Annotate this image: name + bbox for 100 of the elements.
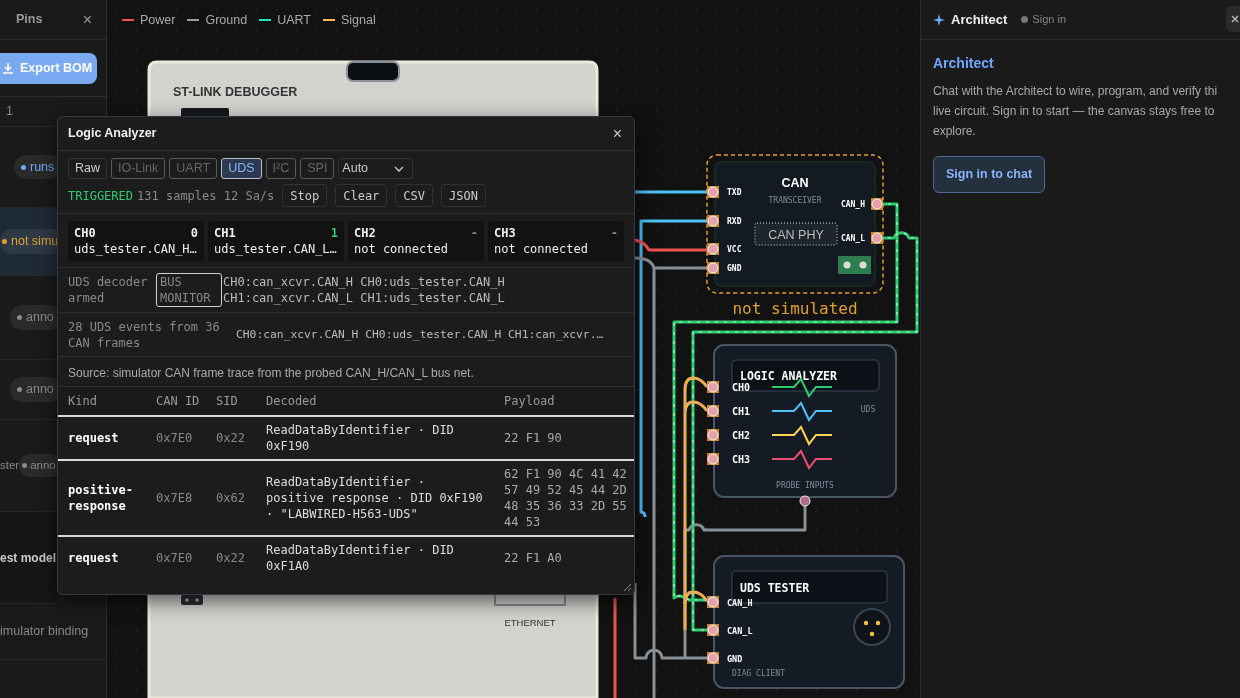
- probe-nets: CH0:can_xcvr.CAN_H CH0:uds_tester.CAN_H CH1:can_xcvr.CAN_L CH1:uds_tester.CAN_L: [223, 274, 505, 306]
- pin-pad: [707, 215, 719, 227]
- pin-pad: [707, 405, 719, 417]
- legend-label: UART: [277, 12, 311, 29]
- trigger-status: TRIGGERED: [68, 187, 134, 205]
- wire: [635, 190, 707, 194]
- legend-label: Ground: [205, 12, 248, 29]
- sparkle-icon: [933, 13, 945, 26]
- channel-net: not connected: [354, 241, 449, 257]
- status-label: Sign in: [1032, 12, 1066, 28]
- probe-ground-pin: [799, 495, 811, 507]
- event-summary: 28 UDS events from 36 CAN frames: [68, 318, 221, 351]
- component-title: UDS TESTER: [740, 581, 810, 595]
- legend-label: Power: [140, 12, 176, 29]
- channel-net: uds_tester.CAN_L…: [214, 241, 338, 257]
- action-button[interactable]: JSON: [441, 184, 486, 207]
- pin-label: GND: [727, 654, 743, 664]
- channel-net: uds_tester.CAN_H…: [74, 241, 198, 257]
- mode-tab[interactable]: Raw: [68, 158, 107, 179]
- table-cell: 62 F1 90 4C 41 42 57 49 52 45 44 2D 48 35 36 33 2D 55 44 53: [494, 460, 634, 536]
- table-cell: 0x7E0: [146, 416, 206, 460]
- row-label: 1: [6, 103, 13, 121]
- pin-label: CH1: [732, 406, 751, 417]
- window-title: Logic Analyzer: [68, 125, 157, 143]
- action-button[interactable]: Stop: [282, 184, 328, 207]
- channel-name: CH0: [74, 225, 96, 241]
- close-button[interactable]: ×: [82, 11, 92, 28]
- table-cell: 22 F1 90: [494, 416, 634, 460]
- pin-pad: [707, 381, 719, 393]
- pin-pad: [707, 624, 719, 636]
- channel-name: CH1: [214, 225, 236, 241]
- channel-value: 0: [190, 225, 198, 241]
- table-cell: 0x62: [206, 460, 256, 536]
- diag-connector-icon: [853, 608, 891, 646]
- pin-pad: [707, 429, 719, 441]
- close-icon: [1231, 15, 1239, 23]
- component-tag: UDS: [860, 405, 876, 414]
- pin-label: CH2: [732, 430, 751, 441]
- action-button[interactable]: Clear: [335, 184, 388, 207]
- table-cell: ReadDataByIdentifier · DID 0xF1A0: [256, 536, 494, 579]
- pin-label: CAN_H: [840, 200, 865, 209]
- pin-label: GND: [727, 264, 742, 273]
- component-subtitle: TRANSCEIVER: [768, 196, 822, 205]
- pin-label: TXD: [727, 188, 742, 197]
- row-label: est model: [0, 549, 56, 567]
- ethernet-port: [494, 594, 566, 606]
- mode-tab[interactable]: UDS: [221, 158, 262, 179]
- pin-pad: [871, 198, 883, 210]
- table-cell: request: [58, 536, 146, 579]
- header-connector: [181, 595, 203, 605]
- component-subtitle: PROBE INPUTS: [776, 481, 834, 490]
- sidebar-row[interactable]: imulator binding: [0, 604, 106, 660]
- component-title: CAN: [781, 176, 809, 190]
- table-cell: 0x22: [206, 536, 256, 579]
- port-label: ETHERNET: [504, 617, 556, 628]
- panel-title: Architect: [951, 10, 1008, 29]
- status-label: not simulated: [732, 299, 858, 318]
- pin-pad: [707, 243, 719, 255]
- table-cell: positive-response: [58, 460, 146, 536]
- panel-title: Pins: [16, 11, 43, 29]
- chip-label: CAN PHY: [768, 228, 824, 242]
- close-button[interactable]: [1226, 6, 1240, 32]
- table-cell: request: [58, 416, 146, 460]
- pin-label: CAN_L: [727, 626, 753, 636]
- pin-label: RXD: [727, 217, 742, 226]
- pin-label: CH0: [732, 382, 751, 393]
- column-header: Kind: [58, 387, 146, 416]
- table-cell: 0x22: [206, 416, 256, 460]
- probe-nets: CH0:can_xcvr.CAN_H CH0:uds_tester.CAN_H CH1:can_xcvr.…: [236, 326, 604, 343]
- pin-pad: [871, 232, 883, 244]
- row-label: ster: [0, 457, 20, 473]
- intro-text: Chat with the Architect to wire, program, and verify thi live circuit. Sign in to start — the canvas stays free to explore.: [933, 83, 1219, 140]
- decoder-status: UDS decoder armed: [68, 274, 149, 306]
- source-note: Source: simulator CAN frame trace from the probed CAN_H/CAN_L bus net.: [68, 366, 474, 380]
- section-heading: Architect: [933, 54, 995, 73]
- component-title: LOGIC ANALYZER: [740, 369, 837, 383]
- pin-label: CAN_H: [727, 598, 753, 608]
- resize-grip-icon: [622, 582, 632, 592]
- sidebar-row[interactable]: est model: [0, 512, 57, 604]
- table-cell: 22 F1 A0: [494, 536, 634, 579]
- legend-label: Signal: [340, 12, 376, 29]
- mode-badge: BUS MONITOR: [156, 273, 222, 307]
- close-button[interactable]: ×: [612, 125, 622, 142]
- channel-value: -: [610, 225, 618, 241]
- pin-pad: [707, 596, 719, 608]
- channel-name: CH3: [494, 225, 516, 241]
- action-button[interactable]: CSV: [395, 184, 434, 207]
- download-icon: [2, 62, 14, 74]
- terminal-block: [838, 256, 871, 274]
- pin-pad: [707, 262, 719, 274]
- pin-pad: [707, 453, 719, 465]
- table-cell: ReadDataByIdentifier · positive response · DID 0xF190 · "LABWIRED-H563-UDS": [256, 460, 494, 536]
- capture-stats: 131 samples 12 Sa/s: [137, 187, 275, 205]
- sign-in-button[interactable]: Sign in to chat: [933, 156, 1046, 193]
- table-cell: 0x7E0: [146, 536, 206, 579]
- pin-label: CAN_L: [840, 234, 865, 243]
- channel-value: 1: [330, 225, 338, 241]
- channel-name: CH2: [354, 225, 376, 241]
- mode-select[interactable]: Auto: [338, 158, 414, 179]
- pin-label: VCC: [727, 245, 742, 254]
